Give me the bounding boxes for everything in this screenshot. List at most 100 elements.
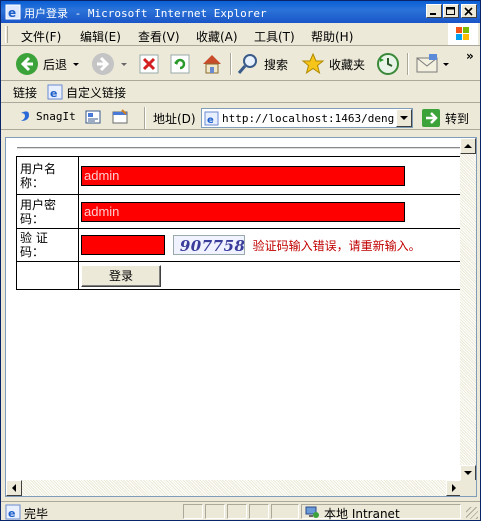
windows-logo-icon: [448, 23, 478, 45]
snagit-button[interactable]: SnagIt: [36, 110, 76, 123]
mail-button[interactable]: [415, 51, 451, 77]
menu-bar: 文件(F) 编辑(E) 查看(V) 收藏(A) 工具(T) 帮助(H): [1, 23, 480, 46]
status-bar: e 完毕 本地 Intranet: [1, 501, 480, 521]
ie-page-icon: e: [47, 84, 63, 100]
scroll-left-button[interactable]: [6, 480, 22, 496]
scroll-down-icon: [464, 471, 472, 475]
zone-pane: 本地 Intranet: [301, 504, 461, 521]
svg-text:e: e: [8, 6, 16, 20]
refresh-button[interactable]: [169, 51, 191, 77]
login-form-table: 用户名称： admin 用户密码： admin 验 证 码： 907758 验证…: [16, 156, 476, 290]
svg-text:e: e: [8, 507, 15, 520]
back-dropdown-icon[interactable]: [71, 59, 81, 69]
forward-dropdown-icon[interactable]: [119, 59, 129, 69]
page-icon: e: [204, 111, 219, 126]
status-pane: [205, 504, 225, 519]
status-page-icon: e: [5, 504, 21, 520]
home-icon: [203, 55, 221, 74]
search-label: 搜索: [264, 57, 289, 72]
search-icon: [237, 54, 257, 74]
go-label: 转到: [445, 111, 470, 126]
go-button[interactable]: 转到: [421, 105, 469, 131]
status-pane: [183, 504, 203, 519]
search-button[interactable]: 搜索: [236, 51, 288, 77]
svg-text:e: e: [50, 87, 57, 100]
stop-icon: [139, 54, 159, 74]
submit-row: 登录: [16, 261, 476, 290]
status-pane: [227, 504, 247, 519]
captcha-row: 验 证 码： 907758 验证码输入错误，请重新输入。: [16, 228, 476, 262]
resize-grip-icon[interactable]: [466, 507, 478, 519]
username-label: 用户名称：: [16, 156, 79, 195]
horizontal-rule: [17, 147, 467, 149]
status-pane: [271, 504, 299, 519]
snagit-capture-icon[interactable]: [85, 109, 101, 125]
empty-cell: [16, 261, 79, 290]
home-button[interactable]: [200, 51, 224, 77]
snagit-window-icon[interactable]: [112, 109, 128, 125]
refresh-icon: [170, 54, 190, 74]
status-text: 完毕: [24, 507, 49, 521]
vertical-scrollbar[interactable]: [460, 138, 476, 481]
menu-grip: [5, 26, 8, 43]
maximize-icon: [446, 7, 455, 15]
intranet-icon: [305, 506, 319, 518]
scrollbar-corner: [460, 480, 476, 496]
scroll-up-button[interactable]: [460, 138, 476, 154]
favorites-label: 收藏夹: [329, 57, 366, 72]
horizontal-scrollbar[interactable]: [6, 480, 462, 496]
captcha-image-text: 907758: [179, 237, 245, 255]
back-button[interactable]: 后退: [15, 51, 81, 77]
standard-toolbar: 后退 搜索 收藏夹 »: [1, 47, 480, 81]
toolbar-separator: [230, 53, 232, 75]
password-label: 用户密码：: [16, 194, 79, 229]
forward-button[interactable]: [91, 51, 129, 77]
scroll-up-icon: [464, 144, 472, 148]
captcha-label: 验 证 码：: [16, 228, 79, 262]
history-button[interactable]: [376, 51, 400, 77]
forward-arrow-icon: [92, 53, 114, 75]
captcha-error-message: 验证码输入错误，请重新输入。: [252, 238, 421, 253]
scroll-down-button[interactable]: [460, 465, 476, 481]
login-button[interactable]: 登录: [81, 264, 161, 287]
menu-file[interactable]: 文件(F): [21, 28, 61, 45]
close-window-button[interactable]: [461, 4, 477, 18]
minimize-button[interactable]: [426, 4, 442, 18]
menu-edit[interactable]: 编辑(E): [80, 28, 121, 45]
snagit-icon: [21, 111, 29, 121]
username-input[interactable]: admin: [81, 165, 405, 186]
history-icon: [377, 53, 399, 75]
address-input[interactable]: e http://localhost:1463/denglu/l: [201, 108, 413, 128]
minimize-icon: [430, 13, 436, 15]
menu-help[interactable]: 帮助(H): [311, 28, 353, 45]
menu-tools[interactable]: 工具(T): [254, 28, 295, 45]
address-url: http://localhost:1463/denglu/l: [222, 112, 394, 125]
custom-links-item[interactable]: 自定义链接: [66, 84, 126, 101]
maximize-button[interactable]: [443, 4, 459, 18]
page-viewport: 用户名称： admin 用户密码： admin 验 证 码： 907758 验证…: [5, 137, 477, 497]
captcha-image[interactable]: 907758: [172, 235, 245, 255]
window-title: 用户登录 - Microsoft Internet Explorer: [24, 7, 267, 20]
mail-icon: [416, 54, 438, 73]
back-arrow-icon: [16, 53, 38, 75]
menu-favorites[interactable]: 收藏(A): [196, 28, 238, 45]
chevron-down-icon: [400, 116, 408, 120]
links-bar: 链接 e 自定义链接: [1, 81, 480, 103]
username-row: 用户名称： admin: [16, 156, 476, 195]
menu-view[interactable]: 查看(V): [138, 28, 180, 45]
stop-button[interactable]: [138, 51, 160, 77]
scroll-right-icon: [452, 484, 456, 492]
ie-app-icon: e: [5, 4, 21, 20]
mail-dropdown-icon[interactable]: [441, 59, 451, 69]
password-row: 用户密码： admin: [16, 194, 476, 229]
captcha-input[interactable]: [81, 235, 165, 255]
password-input[interactable]: admin: [81, 201, 405, 222]
title-bar[interactable]: e 用户登录 - Microsoft Internet Explorer: [1, 1, 480, 23]
favorites-button[interactable]: 收藏夹: [301, 51, 365, 77]
go-arrow-icon: [422, 109, 440, 127]
back-label: 后退: [43, 57, 68, 72]
toolbar-separator: [407, 53, 409, 75]
toolbar-overflow-chevron-icon[interactable]: »: [466, 49, 474, 63]
address-toolbar: SnagIt 地址(D) e http://localhost:1463/den…: [1, 104, 480, 130]
address-dropdown-button[interactable]: [396, 109, 412, 127]
